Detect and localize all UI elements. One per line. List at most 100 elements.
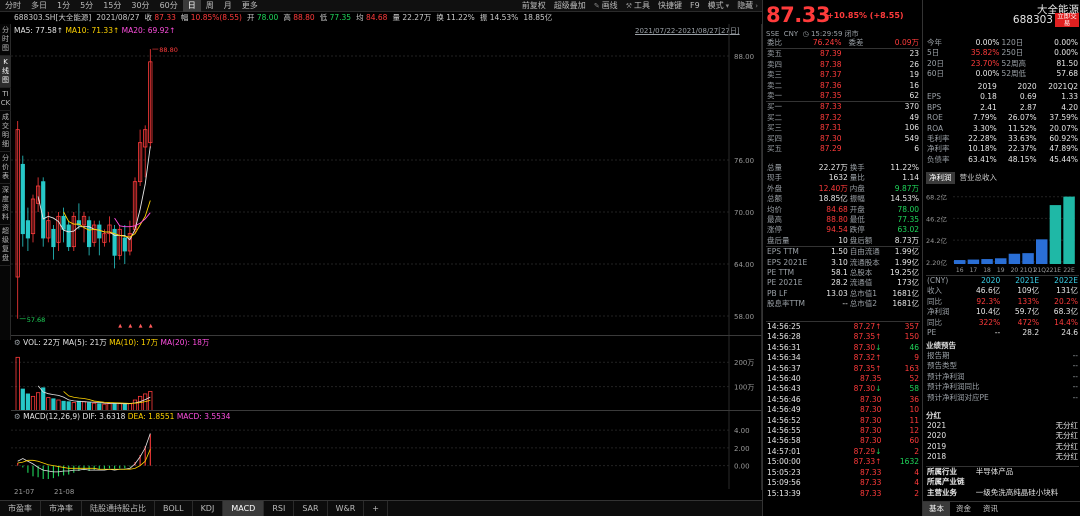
side-bottom-tabs: 基本 资金 资讯 (923, 501, 1080, 516)
ask-row[interactable]: 卖三 87.37 19 (766, 70, 920, 80)
tab-wr[interactable]: W&R (328, 500, 365, 516)
vtab-replay[interactable]: 超级复盘 (0, 225, 11, 266)
metric-value: 2.41 (980, 102, 997, 112)
macd-panel[interactable]: ⚙ MACD(12,26,9) DIF: 3.6318 DEA: 1.8551 … (11, 410, 762, 490)
ask-row[interactable]: 卖一 87.35 62 (766, 91, 920, 102)
tick-row: 14:56:49 87.30 10 (766, 405, 920, 415)
tab-60min[interactable]: 60分 (155, 0, 183, 12)
volume-panel[interactable]: ⚙ VOL: 22万 MA(5): 21万 MA(10): 17万 MA(20)… (11, 335, 762, 411)
tab-basic[interactable]: 基本 (923, 502, 950, 516)
draw-line-button[interactable]: ✎ 画线 (590, 0, 622, 11)
fundamental-column: 大全能源 688303 立即交易 今年 0.00% 120日 0.00% 5日 35.82… (923, 0, 1080, 516)
metric-row: 负债率 63.41% 48.15% 45.44% (926, 155, 1079, 165)
bar-vol: 22.27万 (402, 13, 432, 22)
vtab-depth[interactable]: 深度资料 (0, 184, 11, 225)
vtab-kline[interactable]: K线图 (0, 56, 11, 88)
tab-1min[interactable]: 1分 (52, 0, 75, 12)
tab-capital[interactable]: 资金 (950, 502, 977, 516)
stat-label: 盘后额 (849, 235, 873, 245)
stat-label: 涨停 (767, 225, 782, 235)
ask-row[interactable]: 卖四 87.38 26 (766, 60, 920, 70)
tools-button[interactable]: ⚒ 工具 (622, 0, 654, 11)
tick-price: 87.30 (859, 394, 882, 404)
trade-now-button[interactable]: 立即交易 (1055, 13, 1079, 27)
tab-multi-day[interactable]: 多日 (26, 0, 52, 12)
quote-column: 87.33 +10.85% (+8.55) SSE CNY ◷ 15:29:59… (763, 0, 923, 516)
industry-table: 所属行业 半导体产品 所属产业链 主营业务 一级免洗高纯晶硅小块料 (926, 466, 1079, 498)
stat-value: 28.2 (831, 278, 848, 288)
tab-revenue[interactable]: 营业总收入 (957, 172, 1001, 184)
tick-volume: 4 (914, 478, 919, 488)
volume-bar (30, 395, 36, 411)
tick-row: 14:56:58 87.30 60 (766, 436, 920, 446)
stat-value: 18.85亿 (818, 194, 848, 204)
stat-value: -- (842, 299, 848, 309)
bar-amp: 10.85%(8.55) (190, 13, 242, 22)
macd-chart[interactable]: 4.00 2.00 0.00 (11, 411, 762, 489)
vtab-detail[interactable]: 成交明细 (0, 111, 11, 152)
stat-label: EPS TTM (767, 247, 799, 257)
tick-row: 14:56:46 87.30 36 (766, 395, 920, 405)
vol-ma10-line (63, 391, 151, 404)
forecast-value: -- (994, 328, 1001, 338)
vtab-tick[interactable]: TICK (0, 88, 11, 111)
adjust-button[interactable]: 前复权 (518, 0, 550, 11)
tab-weekly[interactable]: 周 (201, 0, 219, 12)
metric-row: 净利率 10.18% 22.37% 47.89% (926, 144, 1079, 154)
bid-row[interactable]: 买四 87.30 549 (766, 134, 920, 144)
vtab-price-table[interactable]: 分价表 (0, 152, 11, 184)
price-tick: 76.00 (734, 157, 754, 165)
tab-pe[interactable]: 市盈率 (0, 500, 41, 516)
tick-row: 14:57:01 87.29↓ 2 (766, 447, 920, 457)
bid-row[interactable]: 买五 87.29 6 (766, 144, 920, 154)
ask-row[interactable]: 卖二 87.36 16 (766, 81, 920, 91)
vtab-fenshi[interactable]: 分时图 (0, 24, 11, 56)
overlay-button[interactable]: 超级叠加 (550, 0, 590, 11)
tab-news[interactable]: 资讯 (977, 502, 1004, 516)
tick-row: 14:56:55 87.30 12 (766, 426, 920, 436)
bid-row[interactable]: 买三 87.31 106 (766, 123, 920, 133)
price-tick: 88.00 (734, 53, 754, 61)
tab-daily[interactable]: 日 (182, 0, 201, 12)
ask-row[interactable]: 卖五 87.39 23 (766, 49, 920, 60)
tick-volume: 150 (904, 332, 919, 342)
event-marker: ▲ (128, 323, 132, 329)
metric-value: 3.30% (972, 123, 997, 133)
bid-row[interactable]: 买一 87.33 370 (766, 101, 920, 113)
tick-row: 15:09:56 87.33 4 (766, 478, 920, 488)
tab-kdj[interactable]: KDJ (193, 500, 224, 516)
stat-value: 1.14 (902, 173, 919, 183)
volume-bar (41, 387, 46, 411)
tab-30min[interactable]: 30分 (126, 0, 154, 12)
tab-net-profit[interactable]: 净利润 (926, 172, 955, 184)
add-indicator-button[interactable]: + (364, 500, 388, 516)
tab-more[interactable]: 更多 (237, 0, 263, 12)
kline-panel[interactable]: MA5: 77.58↑ MA10: 71.33↑ MA20: 69.92↑ 20… (11, 24, 762, 335)
candlestick-chart[interactable]: 88.00 76.00 70.00 64.00 58.00 88.80 57.68 ▲ ▲ ▲ ▲ (11, 24, 762, 335)
tick-arrow-icon: ↓ (875, 342, 882, 352)
ma20-line (114, 212, 151, 228)
mode-button[interactable]: 模式 ▾ (704, 0, 734, 11)
shortcut-button[interactable]: 快捷键 (654, 0, 686, 11)
tab-5min[interactable]: 5分 (75, 0, 98, 12)
tick-row: 14:56:40 87.35 52 (766, 374, 920, 384)
f9-button[interactable]: F9 (686, 1, 704, 10)
bar-high: 88.80 (293, 13, 315, 22)
bid-row[interactable]: 买二 87.32 49 (766, 113, 920, 123)
hide-button[interactable]: 隐藏 › (733, 0, 762, 11)
tab-15min[interactable]: 15分 (98, 0, 126, 12)
stat-value: 94.54 (826, 225, 848, 235)
tab-fenshi[interactable]: 分时 (0, 0, 26, 12)
stat-label: 盘后量 (767, 235, 790, 245)
tab-macd[interactable]: MACD (223, 500, 265, 516)
volume-bar (138, 395, 143, 411)
tab-hk-connect[interactable]: 陆股通持股占比 (82, 500, 155, 516)
ask-volume: 19 (909, 70, 919, 80)
tab-monthly[interactable]: 月 (219, 0, 237, 12)
tab-rsi[interactable]: RSI (264, 500, 295, 516)
tick-arrow-icon: ↑ (875, 363, 882, 373)
volume-chart[interactable]: 200万 100万 (11, 336, 762, 411)
tab-pb[interactable]: 市净率 (41, 500, 82, 516)
tab-boll[interactable]: BOLL (155, 500, 193, 516)
tab-sar[interactable]: SAR (294, 500, 328, 516)
